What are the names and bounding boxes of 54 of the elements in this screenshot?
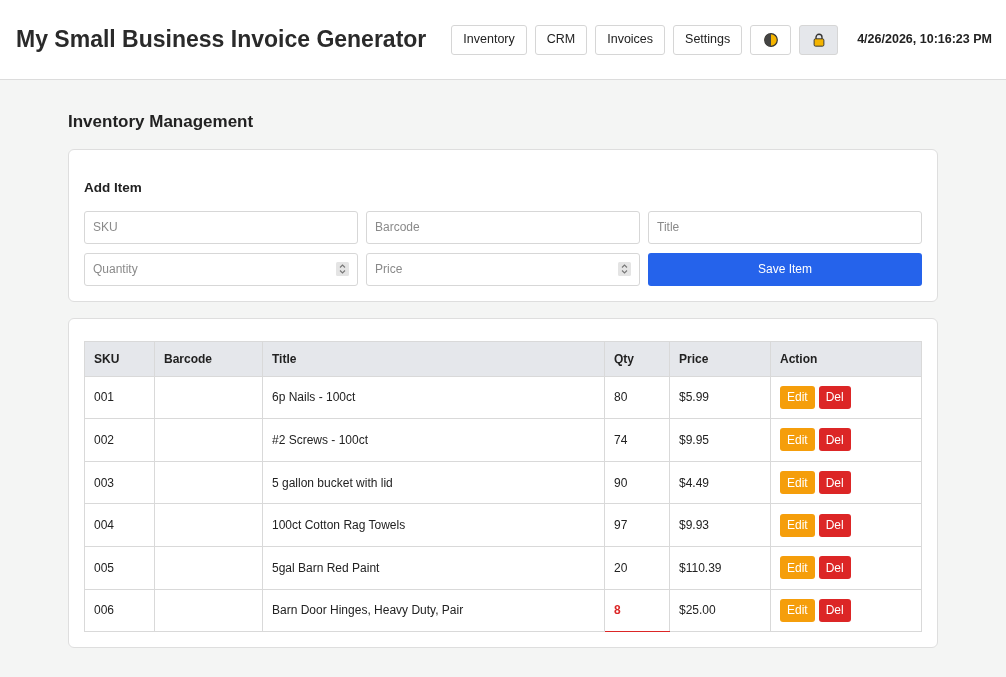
table-cell: $4.49: [669, 461, 771, 504]
table-cell: 005: [84, 546, 155, 590]
column-header: Price: [669, 341, 771, 377]
table-cell: 8: [604, 589, 670, 632]
column-header: Qty: [604, 341, 670, 377]
table-cell: 74: [604, 418, 670, 462]
delete-button[interactable]: Del: [818, 385, 851, 409]
nav-button[interactable]: Inventory: [451, 24, 527, 55]
column-header: SKU: [84, 341, 155, 377]
table-cell: 80: [604, 376, 670, 419]
app-title: My Small Business Invoice Generator: [16, 25, 427, 54]
card-title: Add Item: [84, 180, 143, 197]
table-cell: $9.95: [669, 418, 771, 462]
table-cell: $5.99: [669, 376, 771, 419]
page-heading: Inventory Management: [68, 112, 255, 133]
date-time: 4/26/2026, 10:16:23 PM: [857, 31, 992, 49]
table-cell: 004: [84, 503, 155, 547]
table-cell: 100ct Cotton Rag Towels: [262, 503, 605, 547]
theme-toggle-button[interactable]: [750, 24, 792, 55]
table-cell: $25.00: [669, 589, 771, 632]
table-cell: Barn Door Hinges, Heavy Duty, Pair: [262, 589, 605, 632]
table-cell: 002: [84, 418, 155, 462]
table-cell: 20: [604, 546, 670, 590]
table-cell: 6p Nails - 100ct: [262, 376, 605, 419]
nav-button[interactable]: Settings: [673, 24, 743, 55]
table-cell: 003: [84, 461, 155, 504]
delete-button[interactable]: Del: [818, 513, 851, 537]
padlock-icon: [812, 32, 825, 47]
column-header: Title: [262, 341, 605, 377]
table-cell: 5gal Barn Red Paint: [262, 546, 605, 590]
save-item-button[interactable]: Save Item: [648, 252, 922, 286]
nav-button[interactable]: CRM: [534, 24, 588, 55]
table-cell: 5 gallon bucket with lid: [262, 461, 605, 504]
table-cell: $110.39: [669, 546, 771, 590]
half-circle-icon: [763, 32, 778, 47]
column-header: Barcode: [154, 341, 263, 377]
delete-button[interactable]: Del: [818, 598, 851, 622]
input-field[interactable]: Barcode: [366, 210, 640, 244]
delete-button[interactable]: Del: [818, 556, 851, 580]
table-cell: 001: [84, 376, 155, 419]
table-cell: #2 Screws - 100ct: [262, 418, 605, 462]
lock-button[interactable]: [799, 24, 839, 55]
number-field[interactable]: Quantity: [84, 252, 358, 286]
number-field[interactable]: Price: [366, 252, 640, 286]
nav-button[interactable]: Invoices: [595, 24, 666, 55]
delete-button[interactable]: Del: [818, 471, 851, 495]
column-header: Action: [770, 341, 922, 377]
table-cell: $9.93: [669, 503, 771, 547]
table-cell: 97: [604, 503, 670, 547]
table-cell: 90: [604, 461, 670, 504]
input-field[interactable]: SKU: [84, 210, 358, 244]
input-field[interactable]: Title: [648, 210, 922, 244]
delete-button[interactable]: Del: [818, 428, 851, 452]
table-cell: 006: [84, 589, 155, 632]
